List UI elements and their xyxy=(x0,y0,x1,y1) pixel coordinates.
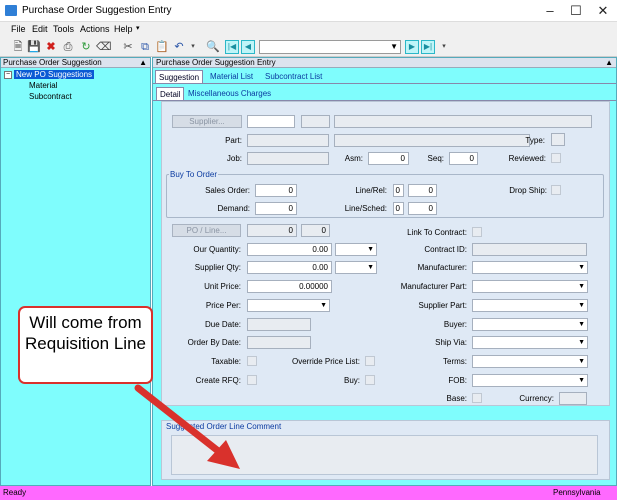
annotation-arrow xyxy=(134,384,240,469)
